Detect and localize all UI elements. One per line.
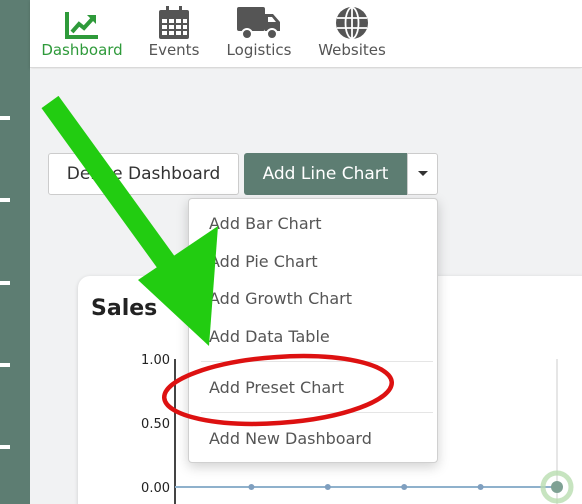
- menu-item-add-growth-chart[interactable]: Add Growth Chart: [209, 289, 352, 308]
- data-point[interactable]: [477, 484, 484, 490]
- delete-dashboard-button[interactable]: Delete Dashboard: [48, 153, 239, 195]
- add-chart-dropdown-menu: Add Bar Chart Add Pie Chart Add Growth C…: [188, 198, 438, 463]
- sidebar-marker: [0, 198, 10, 202]
- nav-item-events[interactable]: Events: [146, 0, 202, 68]
- menu-item-add-bar-chart[interactable]: Add Bar Chart: [209, 214, 321, 233]
- nav-item-dashboard[interactable]: Dashboard: [41, 0, 123, 68]
- card-title: Sales: [91, 296, 158, 321]
- menu-divider: [201, 412, 433, 413]
- caret-down-icon: [417, 171, 428, 176]
- nav-label: Events: [148, 41, 200, 59]
- add-chart-dropdown-toggle[interactable]: [407, 153, 438, 195]
- menu-item-add-pie-chart[interactable]: Add Pie Chart: [209, 252, 318, 271]
- nav-label: Websites: [318, 41, 386, 59]
- menu-divider: [201, 361, 433, 362]
- truck-icon: [237, 0, 281, 40]
- chart-up-icon: [64, 0, 100, 40]
- data-point-highlight[interactable]: [551, 481, 563, 493]
- sidebar: [0, 0, 30, 504]
- nav-item-logistics[interactable]: Logistics: [224, 0, 294, 68]
- y-tick-label: 0.00: [141, 481, 170, 496]
- data-point[interactable]: [401, 484, 408, 490]
- sidebar-marker: [0, 281, 10, 285]
- data-point[interactable]: [324, 484, 331, 490]
- menu-item-add-preset-chart[interactable]: Add Preset Chart: [209, 378, 344, 397]
- sidebar-marker: [0, 363, 10, 367]
- sidebar-marker: [0, 116, 10, 120]
- menu-item-add-new-dashboard[interactable]: Add New Dashboard: [209, 429, 372, 448]
- nav-label: Dashboard: [41, 41, 123, 59]
- nav-item-websites[interactable]: Websites: [317, 0, 387, 68]
- data-point[interactable]: [248, 484, 255, 490]
- menu-item-add-data-table[interactable]: Add Data Table: [209, 327, 330, 346]
- sidebar-marker: [0, 445, 10, 449]
- y-tick-label: 1.00: [141, 353, 170, 368]
- add-line-chart-button[interactable]: Add Line Chart: [244, 153, 407, 195]
- globe-icon: [335, 0, 369, 40]
- y-tick-label: 0.50: [141, 417, 170, 432]
- calendar-icon: [158, 0, 190, 40]
- nav-label: Logistics: [226, 41, 292, 59]
- top-navigation: Dashboard Events Logistics Websites: [30, 0, 582, 68]
